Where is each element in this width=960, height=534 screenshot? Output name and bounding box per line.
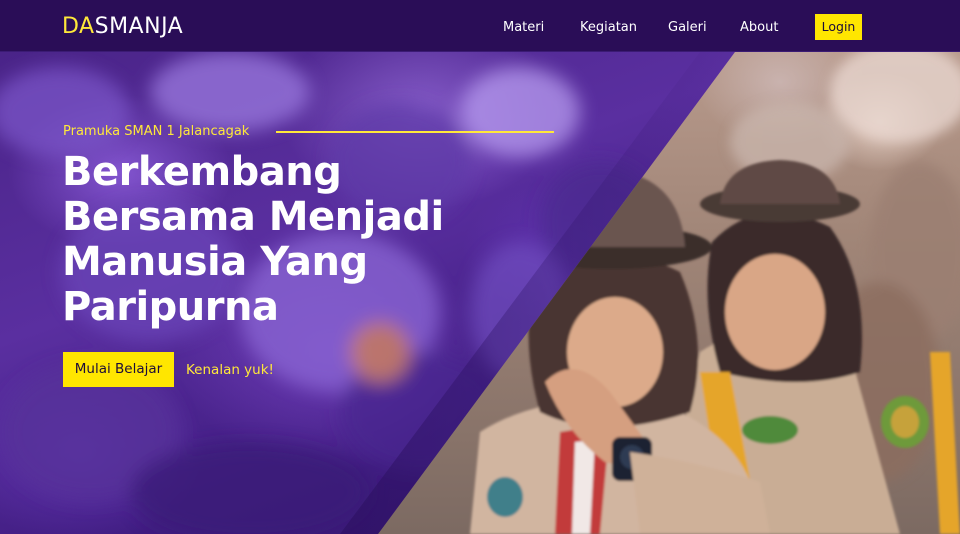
nav-link-materi[interactable]: Materi — [503, 20, 544, 36]
headline-line-1: Berkembang — [62, 149, 342, 195]
headline-line-4: Paripurna — [62, 284, 279, 330]
navbar: DASMANJA Materi Kegiatan Galeri About Lo… — [0, 0, 960, 52]
headline-line-3: Manusia Yang — [62, 239, 368, 285]
eyebrow-underline — [276, 131, 554, 133]
kenalan-yuk-link[interactable]: Kenalan yuk! — [186, 362, 274, 378]
nav-link-about[interactable]: About — [740, 20, 778, 36]
mulai-belajar-button[interactable]: Mulai Belajar — [63, 352, 174, 387]
brand-logo-text: SMANJA — [94, 14, 184, 39]
nav-link-galeri[interactable]: Galeri — [668, 20, 707, 36]
nav-link-kegiatan[interactable]: Kegiatan — [580, 20, 637, 36]
hero-section: Pramuka SMAN 1 Jalancagak Berkembang Ber… — [0, 52, 960, 534]
hero-eyebrow: Pramuka SMAN 1 Jalancagak — [63, 124, 250, 139]
hero-headline: Berkembang Bersama Menjadi Manusia Yang … — [62, 150, 532, 330]
brand-logo[interactable]: DASMANJA — [62, 14, 183, 40]
login-button[interactable]: Login — [815, 14, 862, 40]
headline-line-2: Bersama Menjadi — [62, 194, 444, 240]
brand-logo-accent: DA — [62, 14, 95, 39]
